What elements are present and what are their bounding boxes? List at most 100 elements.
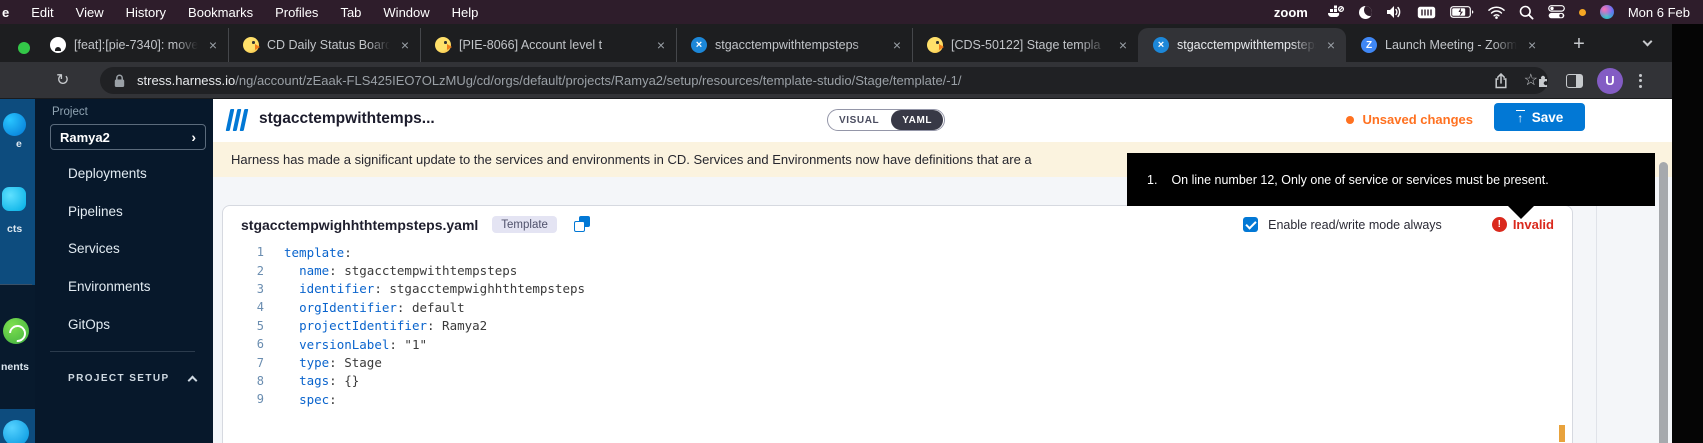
toggle-visual[interactable]: VISUAL — [828, 115, 890, 126]
macos-menu-bar: e Edit View History Bookmarks Profiles Tab Win… — [0, 0, 1703, 24]
tab-title: [PIE-8066] Account level t — [459, 38, 646, 52]
tab-favicon — [435, 37, 451, 53]
builds-module-icon[interactable] — [3, 420, 29, 443]
code-line: 9 spec: — [223, 390, 1572, 408]
tab-close-icon[interactable]: × — [1324, 37, 1338, 53]
line-number: 4 — [223, 300, 264, 314]
tab-close-icon[interactable]: × — [1525, 37, 1539, 53]
menu-item[interactable]: Bookmarks — [188, 5, 253, 20]
code-line: 4 orgIdentifier: default — [223, 298, 1572, 316]
menu-item[interactable]: Profiles — [275, 5, 318, 20]
sidebar-nav-item[interactable]: Pipelines — [35, 193, 213, 231]
sidebar-nav-item[interactable]: Deployments — [35, 155, 213, 193]
browser-menu-icon[interactable] — [1637, 74, 1644, 88]
home-module-icon[interactable] — [3, 113, 26, 136]
sidebar-nav-item[interactable]: GitOps — [35, 305, 213, 343]
sidebar-nav-item[interactable]: Services — [35, 230, 213, 268]
address-bar[interactable]: stress.harness.io/ng/account/zEaak-FLS42… — [100, 67, 1548, 94]
tab-favicon — [691, 37, 707, 53]
tab-title: [CDS-50122] Stage templa — [951, 38, 1108, 52]
tab-title: [feat]:[pie-7340]: move co — [74, 38, 198, 52]
browser-tab[interactable]: CD Daily Status Board - Ag × — [228, 28, 420, 62]
menu-item[interactable]: Edit — [31, 5, 53, 20]
extensions-icon[interactable] — [1536, 73, 1552, 89]
browser-tab[interactable]: [PIE-8066] Account level t × — [420, 28, 676, 62]
page-body: stgacctempwighhthtempsteps.yaml Template… — [213, 177, 1672, 443]
invalid-indicator[interactable]: ! Invalid — [1492, 217, 1554, 232]
page-scrollbar[interactable] — [1659, 162, 1668, 443]
code-line: 6 versionLabel: "1" — [223, 335, 1572, 353]
sidebar-nav-item[interactable]: Environments — [35, 268, 213, 306]
tab-search-chevron-icon[interactable] — [1643, 37, 1653, 47]
project-selector[interactable]: Ramya2 › — [50, 124, 206, 150]
tab-favicon — [50, 37, 66, 53]
control-center-icon[interactable] — [1548, 5, 1565, 19]
profile-avatar[interactable]: U — [1597, 68, 1623, 94]
browser-tab-bar: [feat]:[pie-7340]: move co × CD Daily St… — [0, 24, 1672, 62]
readwrite-checkbox[interactable] — [1243, 217, 1258, 232]
menu-item[interactable]: Window — [383, 5, 429, 20]
window-traffic-light-green[interactable] — [18, 42, 30, 54]
reload-button[interactable]: ↻ — [56, 70, 69, 90]
moon-status-icon[interactable] — [1359, 6, 1372, 19]
new-tab-button[interactable]: + — [1566, 31, 1592, 57]
browser-tab[interactable]: [feat]:[pie-7340]: move co × — [36, 28, 228, 62]
tab-close-icon[interactable]: × — [1116, 37, 1130, 53]
chevron-up-icon — [188, 375, 198, 385]
error-icon: ! — [1492, 217, 1507, 232]
template-badge: Template — [492, 216, 557, 233]
tab-close-icon[interactable]: × — [398, 37, 412, 53]
battery-icon[interactable] — [1450, 6, 1474, 18]
copy-icon[interactable] — [574, 216, 591, 233]
deployments-module-icon[interactable] — [3, 318, 29, 344]
save-button[interactable]: ↑ Save — [1494, 103, 1585, 131]
browser-tab[interactable]: [CDS-50122] Stage templa × — [912, 28, 1138, 62]
browser-tab[interactable]: Launch Meeting - Zoom × — [1346, 28, 1547, 62]
share-icon[interactable] — [1494, 73, 1508, 89]
lock-icon[interactable] — [114, 74, 125, 88]
menu-item[interactable]: Tab — [340, 5, 361, 20]
tab-close-icon[interactable]: × — [654, 37, 668, 53]
toggle-yaml[interactable]: YAML — [891, 110, 943, 130]
template-title: stgacctempwithtemps... — [259, 110, 435, 128]
code-line: 8 tags: {} — [223, 372, 1572, 390]
error-overview-marker — [1559, 425, 1565, 442]
tab-title: stgacctempwithtempsteps — [715, 38, 882, 52]
keyboard-status-icon[interactable] — [1417, 6, 1436, 19]
tab-close-icon[interactable]: × — [206, 37, 220, 53]
browser-tab[interactable]: stgacctempwithtempsteps × — [676, 28, 912, 62]
menu-item-partial[interactable]: e — [2, 5, 9, 20]
chevron-right-icon: › — [191, 129, 196, 145]
wifi-icon[interactable] — [1488, 6, 1505, 19]
rail-label-home: e — [16, 138, 22, 150]
code-line: 5 projectIdentifier: Ramya2 — [223, 317, 1572, 335]
spotlight-search-icon[interactable] — [1519, 5, 1534, 20]
recording-indicator-dot — [1579, 9, 1586, 16]
docker-status-icon[interactable] — [1326, 5, 1345, 20]
tooltip-pointer — [1508, 206, 1534, 219]
line-number: 1 — [223, 245, 264, 259]
readwrite-label[interactable]: Enable read/write mode always — [1268, 218, 1442, 232]
project-label: Project — [52, 106, 88, 118]
side-panel-icon[interactable] — [1566, 74, 1583, 88]
browser-toolbar: › ↻ stress.harness.io/ng/account/zEaak-F… — [0, 62, 1672, 99]
siri-icon[interactable] — [1600, 5, 1614, 19]
project-setup-section[interactable]: PROJECT SETUP — [68, 373, 196, 384]
menu-bar-clock[interactable]: Mon 6 Feb — [1628, 5, 1690, 20]
app-name-zoom[interactable]: zoom — [1274, 5, 1308, 20]
volume-icon[interactable] — [1386, 5, 1403, 19]
line-number: 9 — [223, 392, 264, 406]
yaml-code-editor[interactable]: 1 template: 2 name: stgacctempwithtempst… — [223, 243, 1572, 409]
right-panel-divider — [1596, 177, 1597, 443]
menu-item[interactable]: View — [76, 5, 104, 20]
tab-close-icon[interactable]: × — [890, 37, 904, 53]
menu-item[interactable]: Help — [452, 5, 479, 20]
line-number: 3 — [223, 282, 264, 296]
tab-favicon — [1361, 37, 1377, 53]
module-rail: e cts nents — [0, 99, 35, 443]
browser-tab[interactable]: stgacctempwithtempsteps × — [1138, 28, 1346, 62]
projects-module-icon[interactable] — [2, 187, 26, 211]
yaml-editor-card: stgacctempwighhthtempsteps.yaml Template… — [222, 205, 1573, 443]
main-content: stgacctempwithtemps... VISUAL YAML Unsav… — [213, 99, 1672, 443]
menu-item[interactable]: History — [126, 5, 166, 20]
